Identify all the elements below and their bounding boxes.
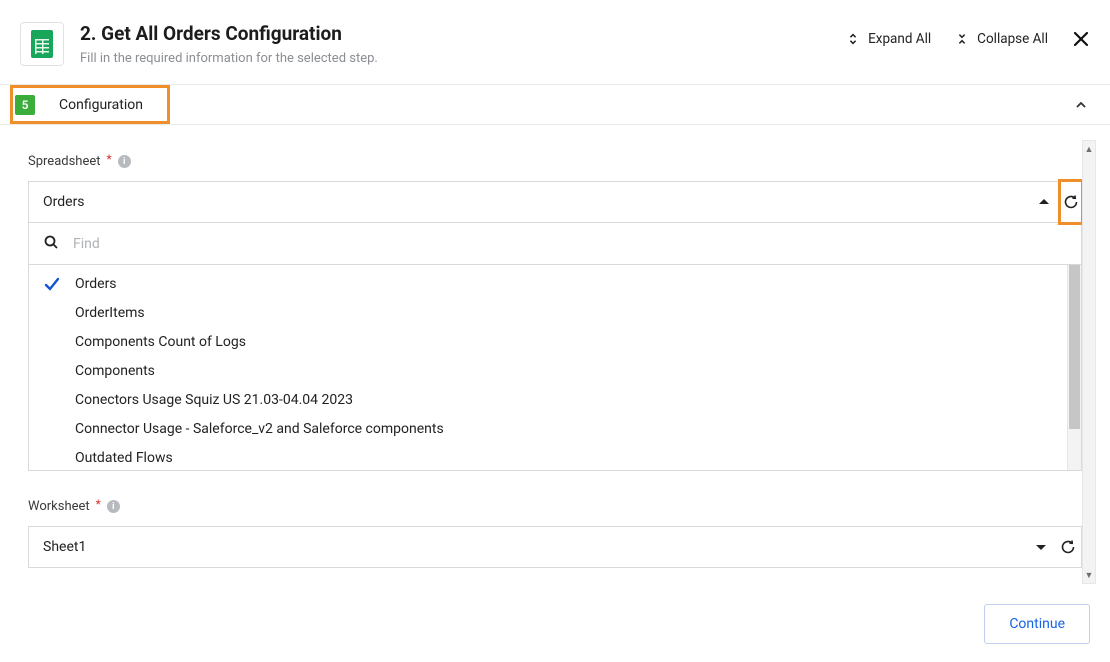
required-asterisk: *	[107, 152, 112, 166]
option-label: OrderItems	[75, 305, 145, 321]
scroll-arrow-down-icon[interactable]: ▼	[1083, 567, 1095, 583]
option-label: Outdated Flows	[75, 450, 173, 466]
refresh-worksheet-button[interactable]	[1055, 527, 1081, 567]
option-label: Components	[75, 363, 155, 379]
continue-button[interactable]: Continue	[984, 604, 1090, 644]
spreadsheet-label-text: Spreadsheet	[28, 154, 101, 169]
section-configuration-header[interactable]: 5 Configuration	[0, 84, 1110, 125]
collapse-all-label: Collapse All	[977, 31, 1048, 47]
refresh-spreadsheet-button[interactable]	[1058, 179, 1084, 225]
spreadsheet-option[interactable]: OrderItems	[29, 298, 1067, 327]
collapse-all-button[interactable]: Collapse All	[955, 31, 1048, 47]
option-label: Conectors Usage Squiz US 21.03-04.04 202…	[75, 392, 353, 408]
caret-up-icon[interactable]	[1030, 182, 1058, 222]
spreadsheet-option[interactable]: Orders	[29, 269, 1067, 298]
required-asterisk: *	[96, 497, 101, 511]
footer: Continue	[0, 586, 1110, 662]
section-badge-area: 5 Configuration	[10, 85, 170, 124]
spreadsheet-selected-value: Orders	[29, 182, 1030, 222]
info-icon[interactable]: i	[118, 155, 131, 168]
worksheet-label: Worksheet * i	[28, 499, 1082, 514]
worksheet-select[interactable]: Sheet1	[28, 526, 1082, 568]
expand-all-button[interactable]: Expand All	[846, 31, 931, 47]
spreadsheet-select[interactable]: Orders	[28, 181, 1082, 223]
collapse-icon	[955, 32, 969, 46]
scroll-arrow-up-icon[interactable]: ▲	[1083, 141, 1095, 157]
expand-all-label: Expand All	[868, 31, 931, 47]
worksheet-label-text: Worksheet	[28, 499, 90, 514]
title-block: 2. Get All Orders Configuration Fill in …	[80, 22, 830, 66]
spreadsheet-dropdown-list: Orders OrderItems Components Count of Logs…	[28, 265, 1082, 471]
header-actions: Expand All Collapse All	[846, 22, 1090, 48]
spreadsheet-option[interactable]: Components	[29, 356, 1067, 385]
google-sheets-icon	[31, 30, 53, 58]
expand-icon	[846, 32, 860, 46]
header: 2. Get All Orders Configuration Fill in …	[0, 0, 1110, 84]
configuration-content: Spreadsheet * i Orders Orders OrderItems Co…	[0, 130, 1082, 586]
close-button[interactable]	[1072, 30, 1090, 48]
dropdown-scrollbar[interactable]	[1067, 265, 1081, 470]
option-label: Orders	[75, 276, 117, 292]
spreadsheet-label: Spreadsheet * i	[28, 154, 1082, 169]
spreadsheet-option[interactable]: Connector Usage - Saleforce_v2 and Salef…	[29, 414, 1067, 443]
option-label: Components Count of Logs	[75, 334, 246, 350]
spreadsheet-option[interactable]: Components Count of Logs	[29, 327, 1067, 356]
option-label: Connector Usage - Saleforce_v2 and Salef…	[75, 421, 444, 437]
spreadsheet-find-input[interactable]	[73, 236, 1081, 252]
search-icon	[43, 234, 59, 254]
app-icon	[20, 22, 64, 66]
spreadsheet-option[interactable]: Outdated Flows	[29, 443, 1067, 471]
worksheet-field: Worksheet * i Sheet1	[28, 499, 1082, 568]
content-scrollbar[interactable]: ▲ ▼	[1082, 140, 1096, 584]
section-title: Configuration	[59, 97, 143, 113]
scrollbar-thumb[interactable]	[1069, 265, 1080, 429]
info-icon[interactable]: i	[107, 500, 120, 513]
caret-down-icon[interactable]	[1027, 527, 1055, 567]
check-icon	[43, 275, 61, 293]
section-count-badge: 5	[15, 95, 35, 115]
page-title: 2. Get All Orders Configuration	[80, 22, 830, 45]
page-subtitle: Fill in the required information for the…	[80, 51, 830, 66]
chevron-up-icon[interactable]	[1074, 97, 1088, 116]
spreadsheet-search-row	[28, 223, 1082, 265]
worksheet-selected-value: Sheet1	[29, 527, 1027, 567]
spreadsheet-option[interactable]: Conectors Usage Squiz US 21.03-04.04 202…	[29, 385, 1067, 414]
